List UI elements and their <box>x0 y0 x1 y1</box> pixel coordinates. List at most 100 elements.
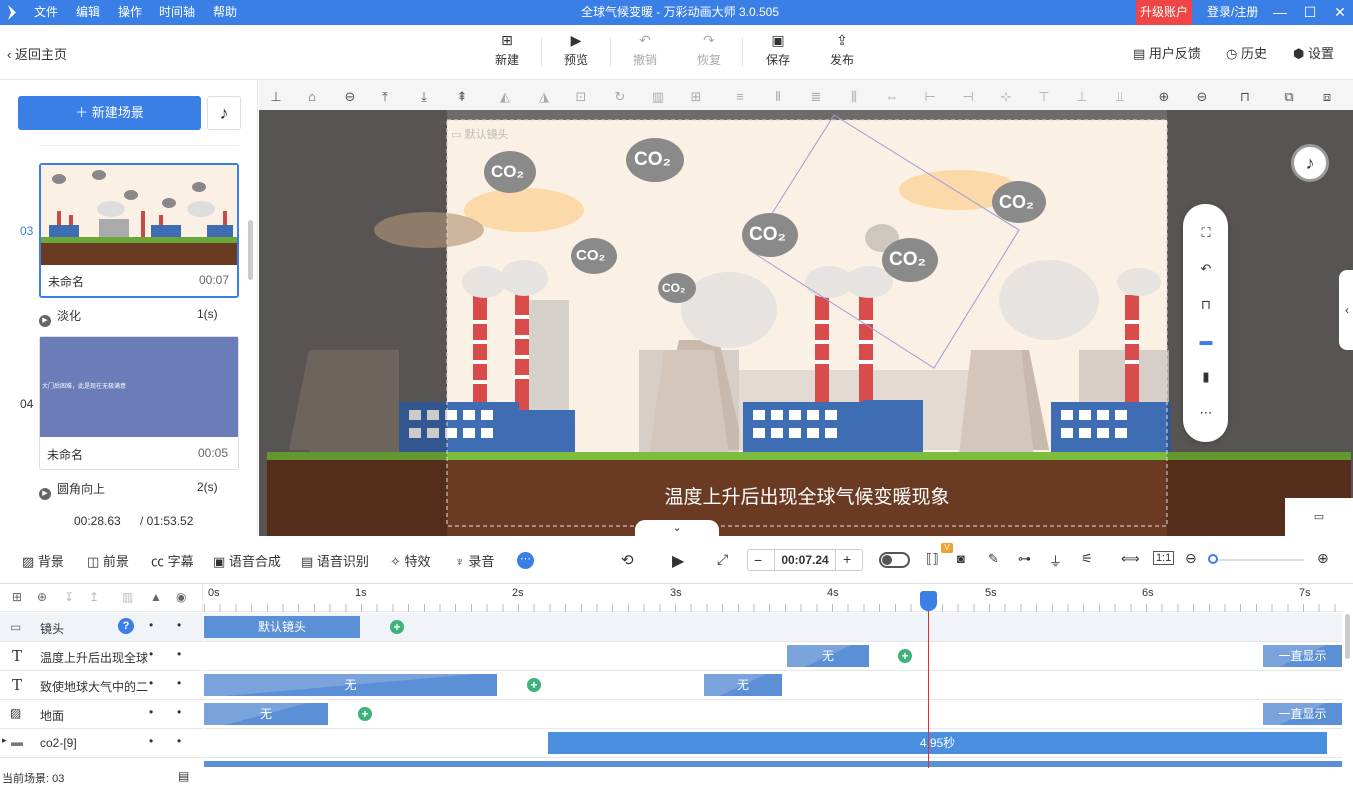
flip-horizontal-icon[interactable]: ◭ <box>496 88 514 106</box>
camera-icon[interactable]: ◙ <box>957 551 965 566</box>
zoom-in-icon[interactable]: ⊕ <box>1317 550 1329 567</box>
unlock-icon[interactable]: ⊓ <box>1236 88 1254 106</box>
tts-button[interactable]: ▣ 语音合成 <box>213 551 281 570</box>
filter-icon[interactable]: ⏚ <box>1049 551 1062 570</box>
scene-scrollbar[interactable] <box>248 220 253 280</box>
preview-button[interactable]: ▶ 预览 <box>554 33 598 68</box>
menu-help[interactable]: 帮助 <box>213 0 237 25</box>
effect-clip[interactable]: 无 <box>204 703 328 725</box>
co2-bubble[interactable]: CO₂ <box>889 249 926 271</box>
align-left-icon[interactable]: ⊢ <box>921 88 939 106</box>
lock-icon[interactable]: ⊡ <box>572 88 590 106</box>
history-button[interactable]: ◷ 历史 <box>1226 43 1267 62</box>
dot-icon[interactable]: • <box>149 676 153 690</box>
undo-button[interactable]: ↶ 撤销 <box>623 33 667 68</box>
co2-bubble[interactable]: CO₂ <box>999 192 1034 213</box>
login-link[interactable]: 登录/注册 <box>1207 0 1258 25</box>
foreground-button[interactable]: ◫ 前景 <box>87 551 129 570</box>
fit-icon[interactable]: ⊞ <box>687 88 705 106</box>
time-input[interactable]: 00:07.24 <box>774 550 836 570</box>
vip-feature-icon[interactable]: ⟦⟧ <box>926 551 939 567</box>
rotate-icon[interactable]: ↻ <box>611 88 629 106</box>
play-icon[interactable]: ▶ <box>672 551 684 571</box>
upgrade-button[interactable]: 升级账户 <box>1136 0 1192 25</box>
dot-icon[interactable]: • <box>177 618 181 632</box>
time-stepper[interactable]: − 00:07.24 + <box>747 549 863 571</box>
dot-icon[interactable]: • <box>177 734 181 748</box>
add-keyframe-icon[interactable]: + <box>358 707 372 721</box>
ratio-icon[interactable]: 1:1 <box>1153 551 1175 565</box>
split-icon[interactable]: ⊶ <box>1018 551 1031 567</box>
effect-clip[interactable]: 无 <box>787 645 869 667</box>
track-text-2[interactable]: 无 + 无 <box>204 671 1342 700</box>
dot-icon[interactable]: • <box>149 734 153 748</box>
track-text-1[interactable]: 无 + 一直显示 <box>204 642 1342 671</box>
distribute-icon[interactable]: ⫼ <box>845 88 863 106</box>
align-vtop-icon[interactable]: ⊤ <box>1035 88 1053 106</box>
more-circle-icon[interactable]: ⊖ <box>341 88 359 106</box>
track-ground[interactable]: 无 + 一直显示 <box>204 700 1342 729</box>
align-vcenter-icon[interactable]: ⫫ <box>1111 88 1129 106</box>
duration-clip[interactable]: 4.95秒 <box>548 732 1327 754</box>
effect-clip[interactable]: 无 <box>704 674 782 696</box>
effect-clip[interactable]: 无 <box>204 674 497 696</box>
chevron-left-icon[interactable]: ‹ <box>1339 270 1353 350</box>
fit-width-icon[interactable]: ⟺ <box>1121 551 1140 567</box>
music-button[interactable]: ♪ <box>207 96 241 130</box>
co2-bubble[interactable]: CO₂ <box>749 224 786 246</box>
new-scene-button[interactable]: ＋ 新建场景 <box>18 96 201 130</box>
trash-icon[interactable]: ▥ <box>649 88 667 106</box>
background-button[interactable]: ▨ 背景 <box>22 551 64 570</box>
minimap-icon[interactable]: ▭ <box>1285 498 1353 536</box>
more-icon[interactable]: ⋯ <box>1197 404 1215 422</box>
timeline-scrollbar[interactable] <box>1345 614 1350 659</box>
menu-operate[interactable]: 操作 <box>118 0 142 25</box>
track-header-camera[interactable]: ▭ 镜头 ? • • <box>0 613 203 642</box>
close-button[interactable]: ✕ <box>1330 3 1350 21</box>
add-keyframe-icon[interactable]: + <box>390 620 404 634</box>
fullscreen-icon[interactable]: ⤢ <box>717 551 728 568</box>
move-up-icon[interactable]: ↥ <box>89 590 99 604</box>
equal-width-icon[interactable]: ⇔ <box>883 88 901 106</box>
zoom-out-icon[interactable]: ⊖ <box>1185 550 1197 567</box>
flip-vertical-icon[interactable]: ◮ <box>535 88 553 106</box>
redo-button[interactable]: ↷ 恢复 <box>687 33 731 68</box>
zoom-out-icon[interactable]: ⊖ <box>1193 88 1211 106</box>
scene-transition[interactable]: ▶ 圆角向上 2(s) <box>39 480 219 500</box>
stage-subtitle[interactable]: 温度上升后出现全球气候变暖现象 <box>445 482 1169 509</box>
scene-transition[interactable]: ▶ 淡化 1(s) <box>39 307 219 327</box>
replay-icon[interactable]: ⟲ <box>621 551 634 569</box>
dot-icon[interactable]: • <box>149 618 153 632</box>
co2-bubble[interactable]: CO₂ <box>576 247 605 264</box>
align-right-icon[interactable]: ⊣ <box>959 88 977 106</box>
chevron-down-icon[interactable]: ⌄ <box>635 520 719 536</box>
dot-icon[interactable]: • <box>149 647 153 661</box>
add-keyframe-icon[interactable]: + <box>898 649 912 663</box>
sliders-icon[interactable]: ⚟ <box>1081 551 1093 567</box>
menu-file[interactable]: 文件 <box>34 0 58 25</box>
record-button[interactable]: ♆ 录音 <box>455 551 494 570</box>
lock-icon[interactable]: ▲ <box>150 590 162 604</box>
track-header-image[interactable]: ▨ 地面 • • <box>0 700 203 729</box>
track-header-text[interactable]: T 温度上升后出现全球 • • <box>0 642 203 671</box>
track-camera[interactable]: 默认镜头 + <box>204 613 1342 642</box>
send-bottom-icon[interactable]: ⤓ <box>415 88 433 106</box>
playhead-handle[interactable] <box>920 591 937 611</box>
exit-clip[interactable]: 一直显示 <box>1263 703 1342 725</box>
rotate-icon[interactable]: ↶ <box>1197 260 1215 278</box>
dot-icon[interactable]: • <box>177 705 181 719</box>
plus-icon[interactable]: + <box>843 551 851 567</box>
align-vbottom-icon[interactable]: ⊥ <box>1073 88 1091 106</box>
screen-icon[interactable]: ▬ <box>1197 332 1215 350</box>
new-button[interactable]: ⊞ 新建 <box>485 33 529 68</box>
co2-bubble[interactable]: CO₂ <box>662 281 685 295</box>
dot-icon[interactable]: • <box>177 647 181 661</box>
subtitle-button[interactable]: ㏄ 字幕 <box>151 551 194 570</box>
exit-clip[interactable]: 一直显示 <box>1263 645 1342 667</box>
edit-icon[interactable]: ✎ <box>988 551 999 567</box>
bring-top-icon[interactable]: ⤒ <box>376 88 394 106</box>
layer-up-icon[interactable]: ⇞ <box>453 88 471 106</box>
toggle-switch[interactable] <box>879 552 910 568</box>
feedback-button[interactable]: ▤ 用户反馈 <box>1133 43 1201 62</box>
more-circle-icon[interactable]: ⋯ <box>517 552 534 569</box>
